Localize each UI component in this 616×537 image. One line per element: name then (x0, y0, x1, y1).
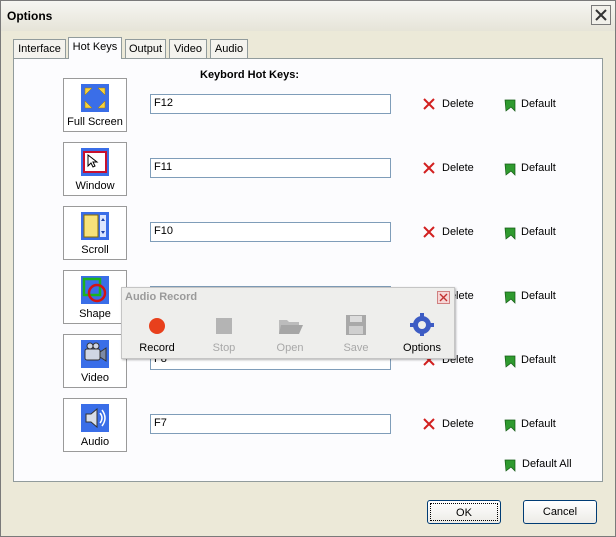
close-icon (595, 9, 607, 21)
default-label: Default (521, 162, 556, 174)
scroll-default-button[interactable]: Default (503, 224, 563, 240)
record-icon (149, 318, 165, 334)
default-arrow-icon (504, 163, 516, 176)
audio-default-button[interactable]: Default (503, 416, 563, 432)
window-default-button[interactable]: Default (503, 160, 563, 176)
stop-button[interactable]: Stop (198, 310, 250, 356)
default-label: Default (521, 98, 556, 110)
default-label: Default (521, 226, 556, 238)
fullscreen-button[interactable]: Full Screen (63, 78, 127, 132)
scroll-label: Scroll (81, 244, 109, 256)
title-bar: Options (1, 1, 615, 31)
shape-button[interactable]: Shape (63, 270, 127, 324)
ok-label: OK (430, 503, 498, 521)
window-hotkey-field[interactable]: F11 (150, 158, 391, 178)
video-button[interactable]: Video (63, 334, 127, 388)
save-label: Save (343, 342, 369, 354)
shape-default-button[interactable]: Default (503, 288, 563, 304)
stop-label: Stop (212, 342, 236, 354)
tab-audio[interactable]: Audio (210, 39, 248, 58)
default-arrow-icon (504, 419, 516, 432)
scroll-delete-button[interactable]: Delete (422, 225, 482, 239)
tab-hot-keys[interactable]: Hot Keys (68, 37, 122, 59)
fullscreen-default-button[interactable]: Default (503, 96, 563, 112)
audio-label: Audio (80, 436, 110, 448)
audio-record-close-icon[interactable] (437, 291, 450, 304)
scroll-button[interactable]: Scroll (63, 206, 127, 260)
default-arrow-icon (504, 459, 516, 472)
tab-interface[interactable]: Interface (13, 39, 66, 58)
stop-icon (216, 318, 232, 334)
shape-label: Shape (79, 308, 111, 320)
default-all-button[interactable]: Default All (503, 456, 578, 472)
tab-video[interactable]: Video (169, 39, 207, 58)
default-label: Default (521, 354, 556, 366)
audio-delete-button[interactable]: Delete (422, 417, 482, 431)
window-delete-button[interactable]: Delete (422, 161, 482, 175)
fullscreen-hotkey-field[interactable]: F12 (150, 94, 391, 114)
window-icon (81, 148, 109, 176)
save-button[interactable]: Save (330, 310, 382, 356)
delete-label: Delete (442, 418, 474, 430)
video-camera-icon (81, 340, 109, 368)
tab-output[interactable]: Output (125, 39, 166, 58)
audio-hotkey-field[interactable]: F7 (150, 414, 391, 434)
default-arrow-icon (504, 99, 516, 112)
record-button[interactable]: Record (131, 310, 183, 356)
window-button[interactable]: Window (63, 142, 127, 196)
open-label: Open (276, 342, 304, 354)
default-arrow-icon (504, 355, 516, 368)
video-label: Video (81, 372, 109, 384)
delete-icon (423, 418, 435, 430)
video-default-button[interactable]: Default (503, 352, 563, 368)
window-label: Window (75, 180, 115, 192)
hot-keys-heading: Keybord Hot Keys: (200, 69, 300, 81)
default-label: Default (521, 290, 556, 302)
default-label: Default (521, 418, 556, 430)
audio-record-toolbar: Audio Record Record Stop Open Save Optio… (121, 287, 455, 359)
delete-label: Delete (442, 98, 474, 110)
fullscreen-label: Full Screen (67, 116, 123, 128)
default-all-label: Default All (522, 458, 572, 470)
default-arrow-icon (504, 227, 516, 240)
save-icon (346, 315, 366, 335)
delete-label: Delete (442, 226, 474, 238)
options-label: Options (403, 342, 441, 354)
fullscreen-icon (81, 84, 109, 112)
ok-button[interactable]: OK (427, 500, 501, 524)
fullscreen-delete-button[interactable]: Delete (422, 97, 482, 111)
shape-icon (81, 276, 109, 304)
delete-icon (423, 98, 435, 110)
default-arrow-icon (504, 291, 516, 304)
delete-icon (423, 226, 435, 238)
audio-button[interactable]: Audio (63, 398, 127, 452)
cancel-button[interactable]: Cancel (523, 500, 597, 524)
window-title: Options (7, 9, 53, 23)
speaker-icon (81, 404, 109, 432)
gear-icon (410, 313, 434, 336)
options-button[interactable]: Options (396, 310, 448, 356)
record-label: Record (139, 342, 175, 354)
folder-open-icon (279, 320, 303, 334)
delete-label: Delete (442, 162, 474, 174)
window-close-button[interactable] (591, 5, 611, 25)
delete-icon (423, 162, 435, 174)
audio-record-title: Audio Record (125, 291, 198, 303)
scroll-icon (81, 212, 109, 240)
open-button[interactable]: Open (264, 310, 316, 356)
scroll-hotkey-field[interactable]: F10 (150, 222, 391, 242)
